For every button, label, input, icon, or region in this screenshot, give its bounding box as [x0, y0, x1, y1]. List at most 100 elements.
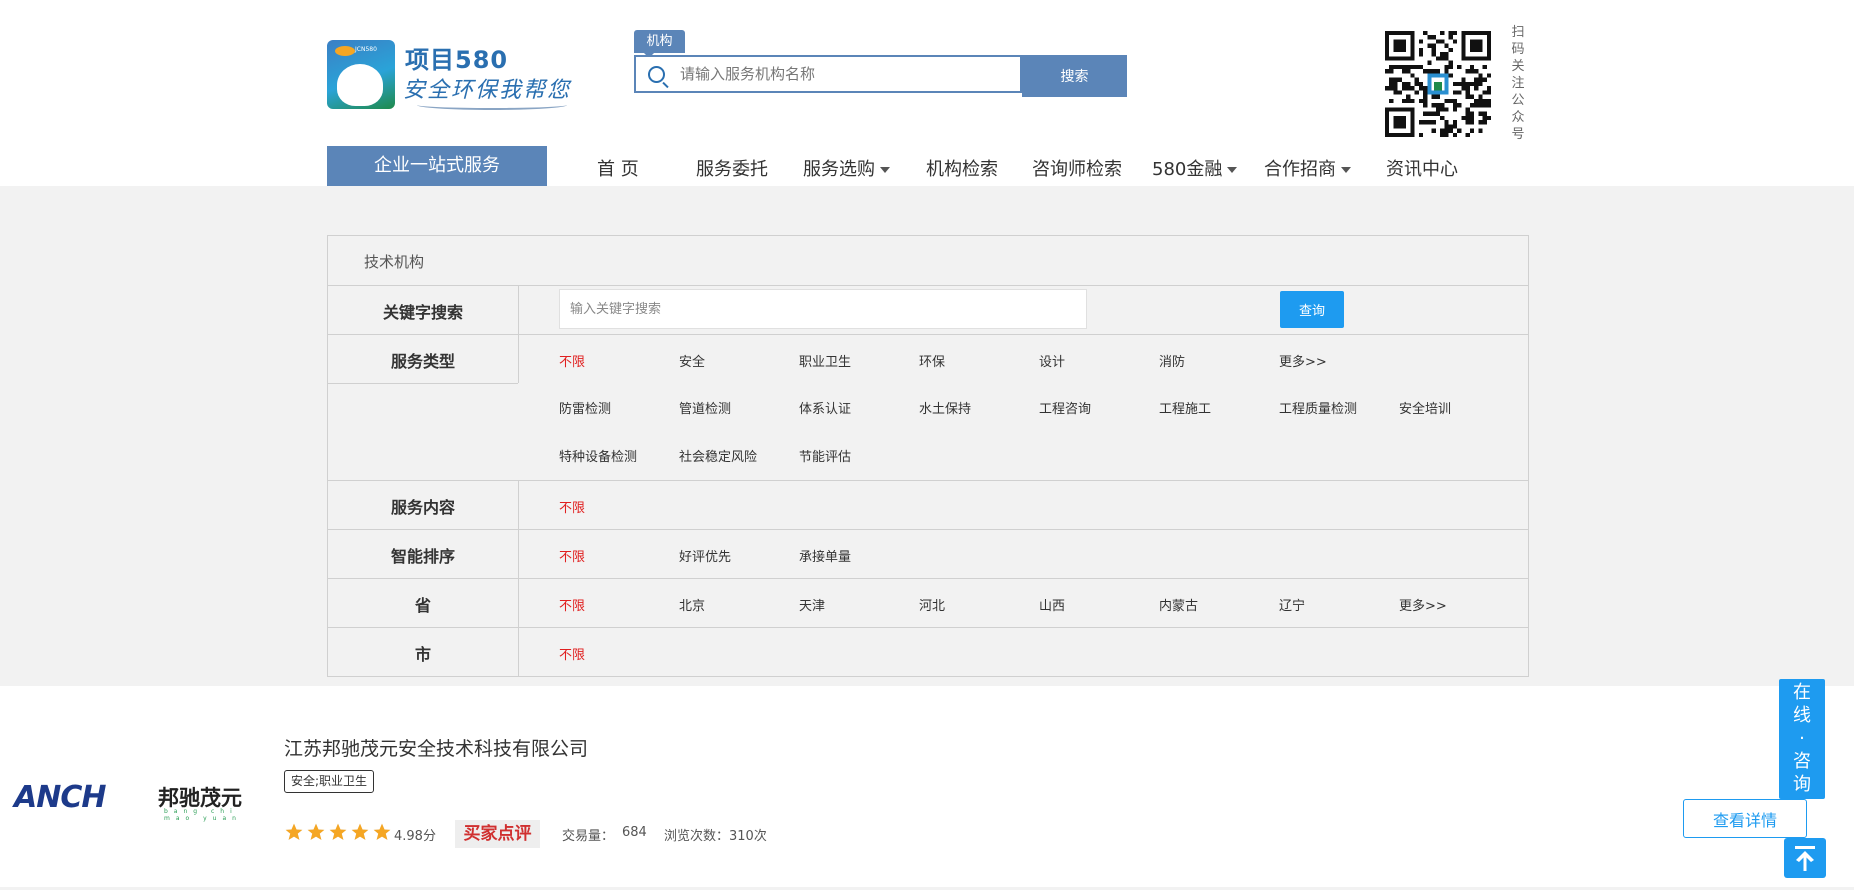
sort-option[interactable]: 好评优先 [679, 546, 731, 565]
nav-label: 资讯中心 [1386, 159, 1458, 180]
nav-label: 合作招商 [1264, 159, 1336, 180]
search-button[interactable]: 搜索 [1022, 55, 1127, 97]
site-logo[interactable]: JCN580 项目580 安全环保我帮您 [327, 38, 577, 114]
divider [328, 334, 1528, 335]
service-type-option[interactable]: 水土保持 [919, 398, 971, 417]
sort-label: 智能排序 [390, 547, 455, 566]
nav-label: 服务委托 [696, 159, 768, 180]
nav-label: 首 页 [597, 159, 639, 180]
nav-label: 服务选购 [803, 159, 875, 180]
divider [328, 383, 518, 384]
divider [518, 285, 519, 383]
sort-option[interactable]: 承接单量 [799, 546, 851, 565]
logo-title: 项目580 [405, 46, 509, 74]
service-type-option[interactable]: 体系认证 [799, 398, 851, 417]
company-logo-latin: ANCH [14, 780, 106, 815]
province-option[interactable]: 辽宁 [1279, 595, 1305, 614]
star-icon [373, 823, 391, 840]
trade-count-label: 交易量： [562, 829, 615, 844]
service-type-option[interactable]: 管道检测 [679, 398, 731, 417]
nav-item-purchase[interactable]: 服务选购 [803, 155, 890, 181]
nav-enterprise-service-button[interactable]: 企业一站式服务 [327, 146, 547, 186]
province-option[interactable]: 天津 [799, 595, 825, 614]
consult-char: 询 [1793, 774, 1811, 795]
star-icon [329, 823, 347, 840]
nav-item-consultant-search[interactable]: 咨询师检索 [1032, 155, 1122, 181]
logo-mini-text: JCN580 [355, 46, 377, 53]
view-details-button[interactable]: 查看详情 [1683, 799, 1807, 838]
service-content-label: 服务内容 [390, 498, 455, 517]
service-type-option[interactable]: 设计 [1039, 351, 1065, 370]
nav-label: 咨询师检索 [1032, 159, 1122, 180]
keyword-input[interactable] [559, 289, 1087, 329]
page: JCN580 项目580 安全环保我帮您 机构 搜索 扫码关注公众号 企业一站式… [0, 0, 1854, 890]
nav-item-partner[interactable]: 合作招商 [1264, 155, 1351, 181]
service-type-option[interactable]: 工程施工 [1159, 398, 1211, 417]
nav-item-home[interactable]: 首 页 [597, 155, 639, 181]
online-consult-button[interactable]: 在 线 · 咨 询 [1779, 679, 1825, 799]
service-type-option[interactable]: 防雷检测 [559, 398, 611, 417]
search-category-tab[interactable]: 机构 [634, 30, 685, 58]
company-service-tag: 安全;职业卫生 [284, 770, 375, 793]
service-type-option[interactable]: 社会稳定风险 [679, 446, 757, 465]
nav-label: 580金融 [1152, 159, 1223, 180]
city-option[interactable]: 不限 [559, 644, 585, 663]
consult-char: 咨 [1793, 751, 1811, 772]
filter-title: 技术机构 [364, 253, 425, 271]
service-type-option[interactable]: 消防 [1159, 351, 1185, 370]
province-option[interactable]: 山西 [1039, 595, 1065, 614]
service-type-option[interactable]: 特种设备检测 [559, 446, 637, 465]
company-logo-pinyin: bang chi mao yuan [164, 808, 242, 822]
province-option[interactable]: 内蒙古 [1159, 595, 1198, 614]
star-icon [285, 823, 303, 840]
qr-caption: 扫码关注公众号 [1511, 25, 1525, 142]
sort-option[interactable]: 不限 [559, 546, 585, 565]
buyer-review-badge[interactable]: 买家点评 [455, 820, 540, 848]
service-content-option[interactable]: 不限 [559, 497, 585, 516]
service-type-option[interactable]: 环保 [919, 351, 945, 370]
nav-item-org-search[interactable]: 机构检索 [926, 155, 998, 181]
star-icon [351, 823, 369, 840]
province-option[interactable]: 北京 [679, 595, 705, 614]
nav-item-entrust[interactable]: 服务委托 [696, 155, 768, 181]
logo-swoosh [417, 100, 567, 110]
consult-char: 在 [1793, 682, 1811, 703]
query-button[interactable]: 查询 [1280, 291, 1344, 328]
qr-code [1385, 31, 1491, 137]
search-icon [648, 66, 665, 83]
back-to-top-button[interactable] [1784, 838, 1826, 878]
service-type-option[interactable]: 工程咨询 [1039, 398, 1091, 417]
service-type-label: 服务类型 [390, 352, 455, 371]
province-option[interactable]: 不限 [559, 595, 585, 614]
chevron-down-icon [1227, 167, 1238, 173]
filter-panel: 技术机构 关键字搜索 查询 服务类型 不限 安全 职业卫生 环保 设计 消防 更… [327, 235, 1529, 677]
service-type-option[interactable]: 安全培训 [1399, 398, 1451, 417]
service-type-option[interactable]: 安全 [679, 351, 705, 370]
rating-score: 4.98分 [394, 829, 436, 844]
divider [328, 480, 1528, 481]
star-icon [307, 823, 325, 840]
service-type-option[interactable]: 节能评估 [799, 446, 851, 465]
rating-stars [284, 822, 394, 842]
service-type-option[interactable]: 工程质量检测 [1279, 398, 1357, 417]
service-type-option[interactable]: 职业卫生 [799, 351, 851, 370]
keyword-label: 关键字搜索 [382, 303, 463, 322]
chevron-down-icon [1341, 167, 1351, 173]
logo-mark-icon: JCN580 [327, 40, 395, 109]
consult-char: · [1799, 728, 1805, 749]
service-type-more-link[interactable]: 更多>> [1279, 351, 1327, 370]
consult-char: 线 [1793, 705, 1811, 726]
company-name-link[interactable]: 江苏邦驰茂元安全技术科技有限公司 [284, 734, 588, 761]
nav-item-news[interactable]: 资讯中心 [1386, 155, 1458, 181]
divider [518, 480, 519, 677]
service-type-option[interactable]: 不限 [559, 351, 585, 370]
divider [328, 285, 1528, 286]
company-logo[interactable]: ANCH 邦驰茂元 bang chi mao yuan [14, 778, 259, 822]
search-input[interactable] [680, 57, 1010, 91]
search-box [634, 55, 1022, 93]
divider [328, 578, 1528, 579]
province-more-link[interactable]: 更多>> [1399, 595, 1447, 614]
nav-item-finance[interactable]: 580金融 [1152, 155, 1238, 181]
province-option[interactable]: 河北 [919, 595, 945, 614]
logo-face-icon [337, 64, 383, 106]
